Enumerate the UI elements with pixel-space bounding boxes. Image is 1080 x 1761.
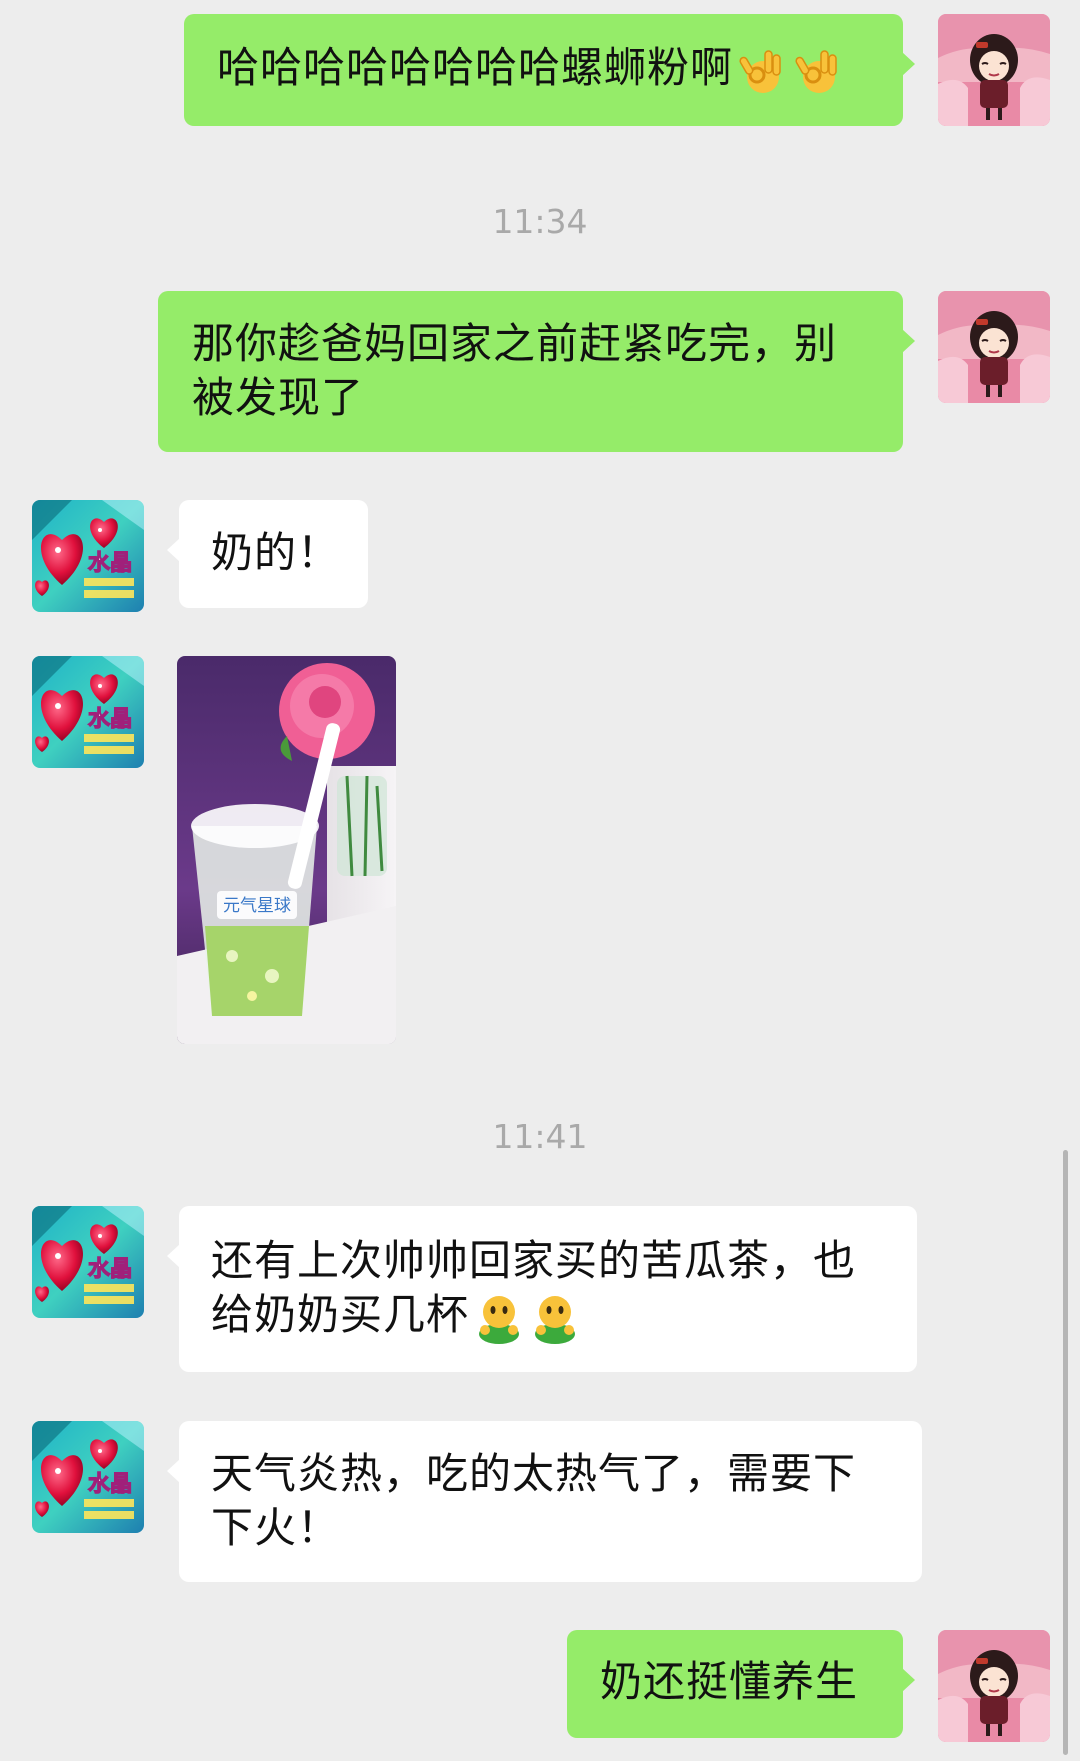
bitter-melon-tea-cup-photo: 元气星球 [177, 656, 396, 1044]
cup-label-text: 元气星球 [223, 896, 291, 916]
crystal-heart-avatar-image [32, 656, 144, 768]
message-bubble-incoming[interactable]: 还有上次帅帅回家买的苦瓜茶，也 给奶奶买几杯 [167, 1206, 917, 1372]
timestamp: 11:34 [492, 202, 588, 241]
message-text: 奶的！ [211, 528, 341, 577]
message-bubble-outgoing[interactable]: 哈哈哈哈哈哈哈哈螺蛳粉啊 [184, 14, 915, 126]
timestamp: 11:41 [492, 1117, 588, 1156]
message-text-line: 被发现了 [192, 373, 365, 422]
self-avatar[interactable] [938, 1630, 1050, 1742]
message-text-line: 还有上次帅帅回家买的苦瓜茶，也 [211, 1236, 857, 1285]
message-text-line: 天气炎热，吃的太热气了，需要下 [211, 1449, 857, 1498]
self-avatar[interactable] [938, 14, 1050, 126]
face-hug-emoji [473, 1292, 525, 1344]
cartoon-girl-avatar-image [938, 1630, 1050, 1742]
photo-message[interactable]: 元气星球 [177, 656, 396, 1044]
contact-avatar[interactable] [32, 1206, 144, 1318]
self-avatar[interactable] [938, 291, 1050, 403]
contact-avatar[interactable] [32, 656, 144, 768]
scrollbar[interactable] [1063, 1150, 1068, 1755]
message-text-line: 给奶奶买几杯 [211, 1290, 470, 1339]
face-hug-emoji [529, 1292, 581, 1344]
message-bubble-incoming[interactable]: 奶的！ [167, 500, 368, 608]
message-bubble-outgoing[interactable]: 奶还挺懂养生 [567, 1630, 915, 1738]
message-bubble-outgoing[interactable]: 那你趁爸妈回家之前赶紧吃完，别 被发现了 [158, 291, 915, 452]
message-text-line: 那你趁爸妈回家之前赶紧吃完，别 [192, 319, 838, 368]
message-text: 哈哈哈哈哈哈哈哈螺蛳粉啊 [217, 43, 734, 92]
message-text-line: 下火！ [211, 1503, 341, 1552]
ok-hand-emoji [793, 45, 845, 97]
cartoon-girl-avatar-image [938, 291, 1050, 403]
ok-hand-emoji [737, 45, 789, 97]
chat-window[interactable]: 哈哈哈哈哈哈哈哈螺蛳粉啊 11:34 那你趁爸妈回家之前赶紧吃完，别 被发现了 … [0, 0, 1080, 1761]
crystal-heart-avatar-image [32, 1421, 144, 1533]
contact-avatar[interactable] [32, 1421, 144, 1533]
contact-avatar[interactable] [32, 500, 144, 612]
crystal-heart-avatar-image [32, 500, 144, 612]
crystal-heart-avatar-image [32, 1206, 144, 1318]
message-text: 奶还挺懂养生 [600, 1657, 859, 1706]
cartoon-girl-avatar-image [938, 14, 1050, 126]
message-bubble-incoming[interactable]: 天气炎热，吃的太热气了，需要下 下火！ [167, 1421, 922, 1582]
